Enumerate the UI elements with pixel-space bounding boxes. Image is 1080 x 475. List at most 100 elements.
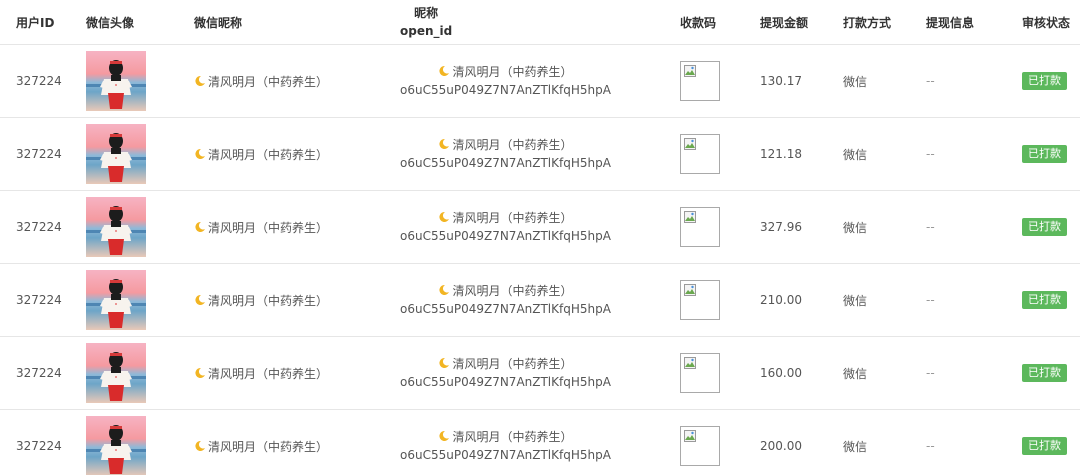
nickname-openid: 清风明月（中药养生） o6uC55uP049Z7N7AnZTlKfqH5hpA [400, 45, 611, 117]
avatar-image[interactable] [86, 51, 146, 111]
qr-code-cell[interactable] [680, 45, 720, 117]
nickname-text: 清风明月（中药养生） [452, 430, 573, 444]
avatar[interactable] [86, 337, 146, 409]
status-badge: 已打款 [1022, 437, 1067, 455]
amount: 160.00 [760, 366, 802, 380]
avatar-image[interactable] [86, 197, 146, 257]
withdraw-info: -- [926, 220, 935, 234]
status-cell: 已打款 [1022, 264, 1067, 336]
status-cell: 已打款 [1022, 337, 1067, 409]
moon-emoji-icon [195, 367, 205, 378]
nickname-line: 清风明月（中药养生） [438, 428, 572, 446]
status-badge: 已打款 [1022, 145, 1067, 163]
nickname: 清风明月（中药养生） [194, 337, 328, 409]
payout-method: 微信 [843, 220, 868, 235]
moon-emoji-icon [439, 284, 450, 295]
qr-code-image[interactable] [680, 207, 720, 247]
header-nickname: 微信昵称 [194, 15, 243, 30]
moon-emoji-icon [195, 148, 205, 159]
header-nickname-label: 昵称 [414, 6, 439, 20]
nickname: 清风明月（中药养生） [194, 118, 328, 190]
status-badge: 已打款 [1022, 291, 1067, 309]
user-id: 327224 [16, 293, 62, 307]
header-status: 审核状态 [1022, 15, 1071, 30]
moon-emoji-icon [195, 75, 205, 86]
broken-image-icon [684, 211, 696, 223]
moon-emoji-icon [439, 65, 450, 76]
user-id: 327224 [16, 147, 62, 161]
nickname-text: 清风明月（中药养生） [208, 147, 329, 162]
openid-text: o6uC55uP049Z7N7AnZTlKfqH5hpA [400, 229, 611, 243]
openid-text: o6uC55uP049Z7N7AnZTlKfqH5hpA [400, 448, 611, 462]
avatar-image[interactable] [86, 343, 146, 403]
table-row: 327224 清风明月（中药养生） 清风明月（中药养生） o6uC55uP049… [0, 264, 1080, 337]
avatar[interactable] [86, 191, 146, 263]
broken-image-icon [684, 65, 696, 77]
amount: 210.00 [760, 293, 802, 307]
header-method: 打款方式 [843, 15, 892, 30]
header-openid-label: open_id [400, 24, 453, 38]
moon-emoji-icon [439, 138, 450, 149]
status-badge: 已打款 [1022, 218, 1067, 236]
qr-code-cell[interactable] [680, 191, 720, 263]
qr-code-image[interactable] [680, 426, 720, 466]
openid-text: o6uC55uP049Z7N7AnZTlKfqH5hpA [400, 375, 611, 389]
nickname: 清风明月（中药养生） [194, 191, 328, 263]
broken-image-icon [684, 284, 696, 296]
header-user-id: 用户ID [16, 15, 55, 30]
moon-emoji-icon [439, 430, 450, 441]
user-id: 327224 [16, 439, 62, 453]
nickname-text: 清风明月（中药养生） [208, 220, 329, 235]
qr-code-cell[interactable] [680, 264, 720, 336]
avatar[interactable] [86, 264, 146, 336]
header-nickname-openid: 昵称 open_id [400, 0, 452, 44]
qr-code-image[interactable] [680, 61, 720, 101]
nickname: 清风明月（中药养生） [194, 264, 328, 336]
table-row: 327224 清风明月（中药养生） 清风明月（中药养生） o6uC55uP049… [0, 337, 1080, 410]
payout-method: 微信 [843, 147, 868, 162]
user-id: 327224 [16, 74, 62, 88]
payout-method: 微信 [843, 439, 868, 454]
table-row: 327224 清风明月（中药养生） 清风明月（中药养生） o6uC55uP049… [0, 118, 1080, 191]
qr-code-image[interactable] [680, 280, 720, 320]
moon-emoji-icon [439, 357, 450, 368]
table-row: 327224 清风明月（中药养生） 清风明月（中药养生） o6uC55uP049… [0, 191, 1080, 264]
qr-code-cell[interactable] [680, 337, 720, 409]
nickname: 清风明月（中药养生） [194, 410, 328, 475]
payout-method: 微信 [843, 366, 868, 381]
table-header-row: 用户ID 微信头像 微信昵称 昵称 open_id 收款码 提现金额 打款方式 … [0, 0, 1080, 45]
status-cell: 已打款 [1022, 45, 1067, 117]
header-qr: 收款码 [680, 15, 717, 30]
withdrawal-table: 用户ID 微信头像 微信昵称 昵称 open_id 收款码 提现金额 打款方式 … [0, 0, 1080, 475]
withdraw-info: -- [926, 147, 935, 161]
avatar[interactable] [86, 45, 146, 117]
broken-image-icon [684, 138, 696, 150]
broken-image-icon [684, 357, 696, 369]
withdraw-info: -- [926, 366, 935, 380]
nickname-line: 清风明月（中药养生） [438, 355, 572, 373]
avatar-image[interactable] [86, 270, 146, 330]
nickname-openid: 清风明月（中药养生） o6uC55uP049Z7N7AnZTlKfqH5hpA [400, 191, 611, 263]
moon-emoji-icon [439, 211, 450, 222]
nickname-openid: 清风明月（中药养生） o6uC55uP049Z7N7AnZTlKfqH5hpA [400, 264, 611, 336]
qr-code-image[interactable] [680, 353, 720, 393]
moon-emoji-icon [195, 440, 205, 451]
avatar[interactable] [86, 118, 146, 190]
openid-text: o6uC55uP049Z7N7AnZTlKfqH5hpA [400, 302, 611, 316]
qr-code-cell[interactable] [680, 118, 720, 190]
table-row: 327224 清风明月（中药养生） 清风明月（中药养生） o6uC55uP049… [0, 410, 1080, 475]
nickname-line: 清风明月（中药养生） [438, 63, 572, 81]
header-info: 提现信息 [926, 15, 975, 30]
withdraw-info: -- [926, 439, 935, 453]
nickname-openid: 清风明月（中药养生） o6uC55uP049Z7N7AnZTlKfqH5hpA [400, 337, 611, 409]
status-cell: 已打款 [1022, 191, 1067, 263]
avatar-image[interactable] [86, 124, 146, 184]
qr-code-image[interactable] [680, 134, 720, 174]
user-id: 327224 [16, 220, 62, 234]
avatar[interactable] [86, 410, 146, 475]
qr-code-cell[interactable] [680, 410, 720, 475]
withdraw-info: -- [926, 74, 935, 88]
nickname-text: 清风明月（中药养生） [452, 211, 573, 225]
avatar-image[interactable] [86, 416, 146, 475]
withdraw-info: -- [926, 293, 935, 307]
